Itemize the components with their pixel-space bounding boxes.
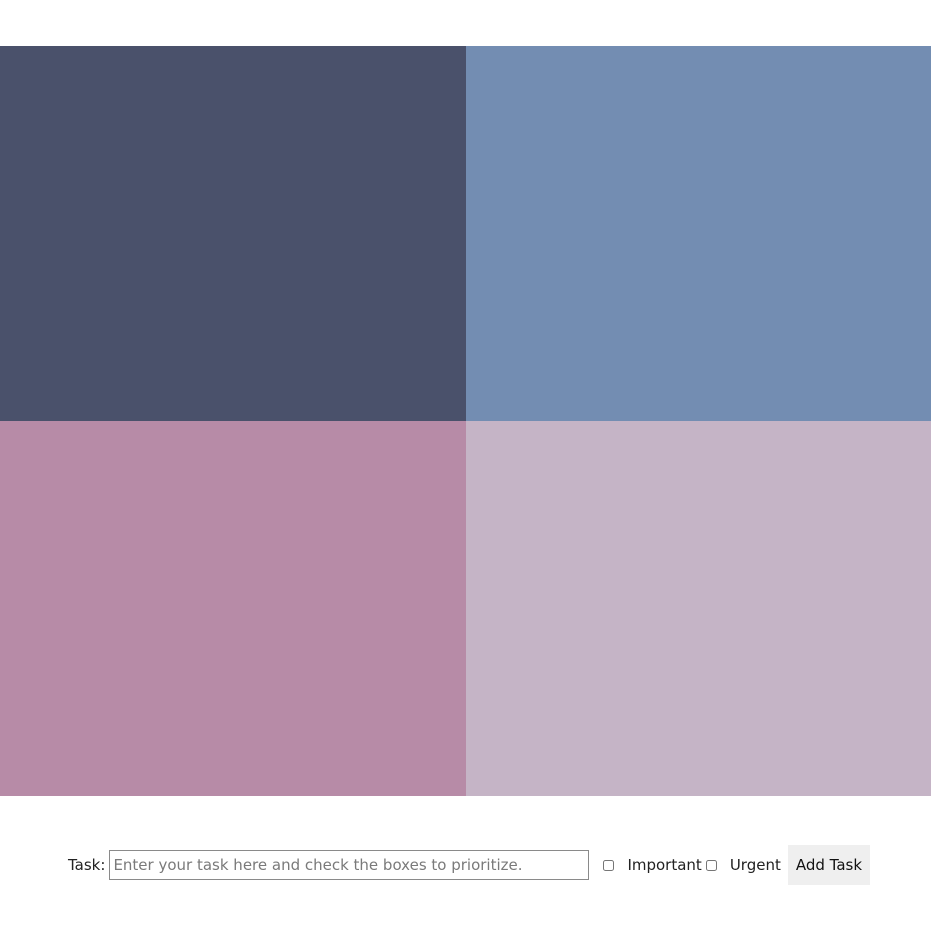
quadrant-top-right[interactable] [466, 46, 931, 421]
task-label: Task: [68, 856, 106, 874]
urgent-checkbox[interactable] [705, 859, 717, 871]
urgent-group: Urgent [702, 856, 781, 874]
priority-matrix [0, 46, 931, 796]
task-form: Task: Important Urgent Add Task [68, 845, 871, 885]
urgent-label: Urgent [729, 856, 781, 874]
page: Task: Important Urgent Add Task [0, 0, 931, 932]
add-task-button[interactable]: Add Task [787, 845, 871, 885]
quadrant-bottom-left[interactable] [0, 421, 466, 796]
important-checkbox[interactable] [603, 859, 615, 871]
task-input[interactable] [109, 850, 590, 880]
quadrant-top-left[interactable] [0, 46, 466, 421]
quadrant-bottom-right[interactable] [466, 421, 931, 796]
important-label: Important [627, 856, 702, 874]
important-group: Important [589, 856, 702, 874]
